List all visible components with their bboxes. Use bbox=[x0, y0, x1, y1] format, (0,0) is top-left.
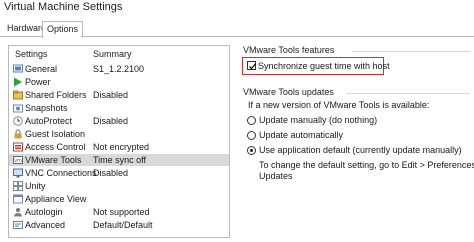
power-play-icon bbox=[13, 77, 23, 87]
settings-row-summary: Not encrypted bbox=[93, 142, 150, 152]
settings-column-header: Settings bbox=[15, 49, 48, 59]
sync-time-label[interactable]: Synchronize guest time with host bbox=[258, 60, 390, 72]
settings-row-label: Appliance View bbox=[25, 194, 87, 204]
guest-isolation-lock-icon bbox=[13, 129, 23, 139]
sync-time-checkbox[interactable] bbox=[247, 61, 256, 70]
update-automatically-radio[interactable] bbox=[247, 131, 256, 140]
settings-row-summary: Disabled bbox=[93, 116, 129, 126]
autologin-icon bbox=[13, 207, 23, 217]
settings-row-autoprotect[interactable]: AutoProtect Disabled bbox=[9, 115, 229, 127]
settings-row-label: Unity bbox=[25, 181, 46, 191]
settings-row-autologin[interactable]: Autologin Not supported bbox=[9, 206, 229, 218]
settings-row-label: General bbox=[25, 64, 58, 74]
vmware-tools-icon: vm bbox=[13, 155, 23, 165]
advanced-icon bbox=[13, 220, 23, 230]
settings-row-summary: S1_1.2.2100 bbox=[93, 64, 145, 74]
svg-text:vm: vm bbox=[14, 158, 22, 164]
tools-updates-divider bbox=[346, 93, 470, 94]
settings-row-advanced[interactable]: Advanced Default/Default bbox=[9, 219, 229, 231]
settings-row-label: AutoProtect bbox=[25, 116, 73, 126]
summary-column-header: Summary bbox=[93, 49, 132, 59]
use-application-default-radio[interactable] bbox=[247, 146, 256, 155]
tools-features-title: VMware Tools features bbox=[243, 45, 335, 55]
settings-list[interactable]: Settings Summary General S1_1.2.2100 Power… bbox=[8, 45, 230, 238]
appliance-view-icon bbox=[13, 194, 23, 204]
update-automatically-label[interactable]: Update automatically bbox=[259, 129, 343, 141]
autoprotect-clock-icon bbox=[13, 116, 23, 126]
general-icon bbox=[13, 64, 23, 74]
settings-row-snapshots[interactable]: Snapshots bbox=[9, 102, 229, 114]
settings-row-vmware-tools[interactable]: vm VMware Tools Time sync off bbox=[9, 154, 229, 166]
settings-row-label: Shared Folders bbox=[25, 90, 87, 100]
window-title: Virtual Machine Settings bbox=[4, 1, 123, 13]
settings-row-guest-isolation[interactable]: Guest Isolation bbox=[9, 128, 229, 140]
settings-row-appliance-view[interactable]: Appliance View bbox=[9, 193, 229, 205]
settings-row-summary: Disabled bbox=[93, 168, 129, 178]
settings-row-label: VMware Tools bbox=[25, 155, 82, 165]
settings-row-summary: Time sync off bbox=[93, 155, 147, 165]
settings-row-shared-folders[interactable]: Shared Folders Disabled bbox=[9, 89, 229, 101]
settings-row-label: Access Control bbox=[25, 142, 86, 152]
settings-row-unity[interactable]: Unity bbox=[9, 180, 229, 192]
shared-folders-icon bbox=[13, 90, 23, 100]
tab-bar: Hardware Options bbox=[0, 21, 474, 38]
settings-row-access-control[interactable]: Access Control Not encrypted bbox=[9, 141, 229, 153]
settings-list-header: Settings Summary bbox=[9, 49, 229, 61]
update-manually-radio[interactable] bbox=[247, 116, 256, 125]
update-manually-label[interactable]: Update manually (do nothing) bbox=[259, 114, 377, 126]
tools-updates-title: VMware Tools updates bbox=[243, 87, 334, 97]
use-application-default-label[interactable]: Use application default (currently updat… bbox=[259, 144, 462, 156]
settings-row-power[interactable]: Power bbox=[9, 76, 229, 88]
settings-row-summary: Default/Default bbox=[93, 220, 153, 230]
settings-row-vnc-connections[interactable]: VNC Connections Disabled bbox=[9, 167, 229, 179]
unity-icon bbox=[13, 181, 23, 191]
vnc-connections-icon bbox=[13, 168, 23, 178]
settings-row-general[interactable]: General S1_1.2.2100 bbox=[9, 63, 229, 75]
settings-row-summary: Disabled bbox=[93, 90, 129, 100]
settings-row-label: Advanced bbox=[25, 220, 66, 230]
preferences-hint-line2: Updates bbox=[259, 171, 293, 181]
settings-row-label: Autologin bbox=[25, 207, 63, 217]
settings-row-label: Guest Isolation bbox=[25, 129, 86, 139]
settings-row-summary: Not supported bbox=[93, 207, 150, 217]
settings-row-label: VNC Connections bbox=[25, 168, 97, 178]
settings-row-label: Snapshots bbox=[25, 103, 68, 113]
settings-row-label: Power bbox=[25, 77, 51, 87]
update-prompt: If a new version of VMware Tools is avai… bbox=[248, 100, 430, 110]
tools-features-divider bbox=[352, 51, 470, 52]
access-control-icon bbox=[13, 142, 23, 152]
checkmark-icon bbox=[249, 63, 256, 70]
snapshots-icon bbox=[13, 103, 23, 113]
